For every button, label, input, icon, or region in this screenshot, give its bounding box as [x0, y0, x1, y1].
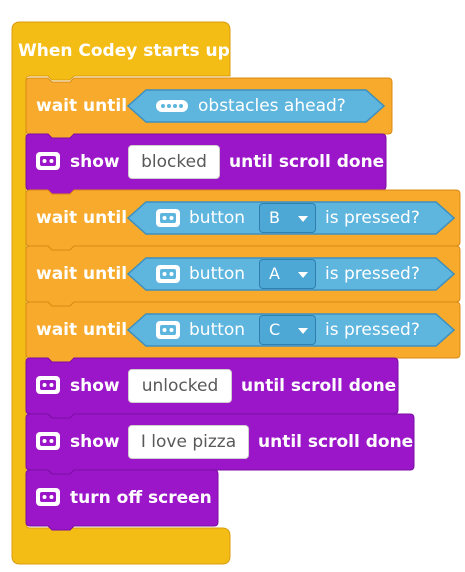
- turn-off-screen-block[interactable]: [0, 0, 465, 572]
- code-canvas: When Codey starts up wait until obstacle…: [0, 0, 465, 572]
- turn-off-screen-label: turn off screen: [70, 488, 212, 508]
- codey-icon: [36, 488, 60, 506]
